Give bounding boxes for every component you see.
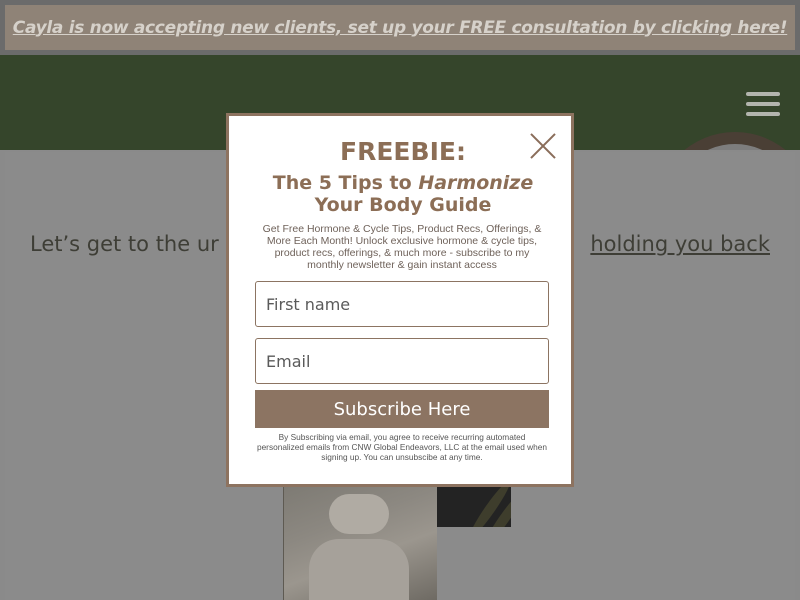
popup-subtitle: The 5 Tips to Harmonize Your Body Guide bbox=[229, 172, 577, 216]
photo-figure-head bbox=[329, 494, 389, 534]
first-name-field[interactable] bbox=[255, 281, 549, 327]
hero-link[interactable]: holding you back bbox=[590, 232, 770, 256]
popup-description: Get Free Hormone & Cycle Tips, Product R… bbox=[262, 223, 542, 271]
subtitle-prefix: The 5 Tips to bbox=[272, 172, 419, 194]
popup-title: FREEBIE: bbox=[340, 137, 466, 166]
hero-photo bbox=[283, 484, 437, 600]
announcement-link[interactable]: Cayla is now accepting new clients, set … bbox=[13, 18, 788, 38]
legal-disclaimer: By Subscribing via email, you agree to r… bbox=[256, 432, 548, 462]
subtitle-emphasis: Harmonize bbox=[418, 172, 534, 194]
hamburger-menu-icon[interactable] bbox=[746, 92, 780, 116]
subtitle-line2: Your Body Guide bbox=[314, 194, 492, 216]
email-field[interactable] bbox=[255, 338, 549, 384]
subscribe-button[interactable]: Subscribe Here bbox=[255, 390, 549, 428]
photo-figure-body bbox=[309, 539, 409, 600]
menu-line bbox=[746, 92, 780, 96]
menu-line bbox=[746, 112, 780, 116]
freebie-popup: FREEBIE: The 5 Tips to Harmonize Your Bo… bbox=[226, 113, 574, 487]
hero-text-left: Let’s get to the ur bbox=[30, 232, 219, 256]
menu-line bbox=[746, 102, 780, 106]
plant-photo bbox=[437, 484, 511, 527]
announcement-bar: Cayla is now accepting new clients, set … bbox=[0, 0, 800, 55]
announcement-banner: Cayla is now accepting new clients, set … bbox=[5, 5, 795, 50]
